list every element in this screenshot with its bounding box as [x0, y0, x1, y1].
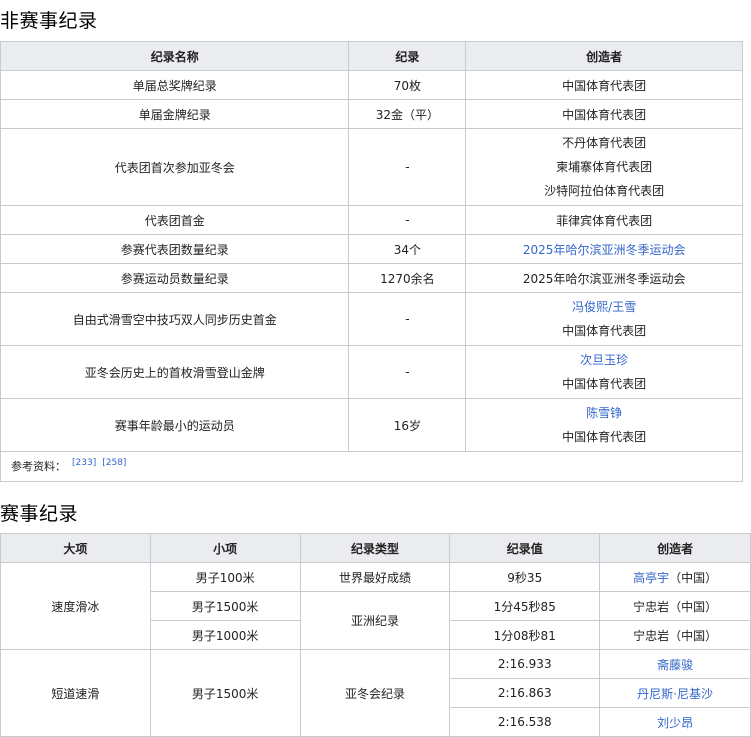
record-value: 70枚 [348, 70, 467, 100]
record-value: 34个 [348, 234, 467, 264]
record-value: 16岁 [348, 398, 467, 452]
holder-line: 沙特阿拉伯体育代表团 [544, 184, 665, 198]
record-name: 自由式滑雪空中技巧双人同步历史首金 [0, 292, 350, 346]
holder-line: 中国体育代表团 [562, 430, 647, 444]
athlete-link[interactable]: 陈雪铮 [586, 406, 622, 420]
record-type-cell: 亚洲纪录 [299, 591, 451, 650]
record-name: 代表团首次参加亚冬会 [0, 128, 350, 206]
record-value: 32金（平） [348, 99, 467, 129]
holder-cell: 刘少昂 [599, 707, 751, 737]
table-row: 代表团首金 - 菲律宾体育代表团 [0, 205, 743, 235]
reference-link[interactable]: [258] [102, 458, 126, 468]
column-header: 纪录名称 [0, 41, 350, 71]
record-value: 1270余名 [348, 263, 467, 293]
holder-line: 中国体育代表团 [562, 377, 647, 391]
table-row: 参赛运动员数量纪录 1270余名 2025年哈尔滨亚洲冬季运动会 [0, 263, 743, 293]
table-row: 速度滑冰 男子100米 世界最好成绩 9秒35 高亭宇（中国） [0, 562, 751, 650]
references-cell: 参考资料： [233] [258] [0, 451, 743, 482]
column-header: 纪录 [348, 41, 467, 71]
record-holder: 2025年哈尔滨亚洲冬季运动会 [465, 234, 743, 264]
event-cell: 男子1500米 [149, 649, 301, 737]
column-header: 大项 [0, 533, 151, 563]
table-row: 单届金牌纪录 32金（平） 中国体育代表团 [0, 99, 743, 129]
record-type-cell: 世界最好成绩 [299, 562, 451, 592]
table-row: 参赛代表团数量纪录 34个 2025年哈尔滨亚洲冬季运动会 [0, 234, 743, 264]
record-value: - [348, 345, 467, 399]
country-label: （中国） [669, 570, 718, 585]
holder-cell: 斋藤骏 [599, 649, 751, 679]
references-label: 参考资料： [11, 460, 66, 473]
table-row: 短道速滑 男子1500米 亚冬会纪录 2:16.933 斋藤骏 [0, 649, 751, 737]
record-value: - [348, 292, 467, 346]
event-cell: 男子100米 [149, 562, 301, 592]
record-value-cell: 2:16.933 [449, 649, 601, 679]
record-holder: 2025年哈尔滨亚洲冬季运动会 [465, 263, 743, 293]
table-row: 亚冬会历史上的首枚滑雪登山金牌 - 次旦玉珍 中国体育代表团 [0, 345, 743, 399]
holder-line: 陈雪铮 [470, 401, 738, 425]
record-name: 赛事年龄最小的运动员 [0, 398, 350, 452]
holder-line: 冯俊熙/王雪 [470, 295, 738, 319]
event-cell: 男子1000米 [149, 620, 301, 650]
record-value-cell: 2:16.863 [449, 678, 601, 708]
athlete-link[interactable]: 丹尼斯·尼基沙 [637, 687, 713, 701]
record-value-cell: 1分45秒85 [449, 591, 601, 621]
non-event-records-table: 纪录名称 纪录 创造者 单届总奖牌纪录 70枚 中国体育代表团 单届金牌纪录 3… [0, 41, 743, 482]
holder-cell: 高亭宇（中国） [599, 562, 751, 592]
column-header: 纪录类型 [299, 533, 451, 563]
table-header-row: 纪录名称 纪录 创造者 [0, 41, 743, 71]
record-name: 参赛代表团数量纪录 [0, 234, 350, 264]
references-row: 参考资料： [233] [258] [0, 451, 743, 482]
record-name: 单届金牌纪录 [0, 99, 350, 129]
column-header: 小项 [149, 533, 301, 563]
record-holder: 陈雪铮 中国体育代表团 [465, 398, 743, 452]
section-title-non-event-records: 非赛事纪录 [0, 10, 98, 32]
record-name: 参赛运动员数量纪录 [0, 263, 350, 293]
sport-cell: 速度滑冰 [0, 562, 151, 650]
holder-line: 中国体育代表团 [562, 324, 647, 338]
athlete-link[interactable]: 次旦玉珍 [580, 353, 628, 367]
athlete-link[interactable]: 高亭宇 [633, 571, 669, 585]
record-holder: 次旦玉珍 中国体育代表团 [465, 345, 743, 399]
record-holder: 菲律宾体育代表团 [465, 205, 743, 235]
record-holder: 不丹体育代表团 柬埔寨体育代表团 沙特阿拉伯体育代表团 [465, 128, 743, 206]
record-value: - [348, 205, 467, 235]
event-cell: 男子1500米 [149, 591, 301, 621]
table-row: 赛事年龄最小的运动员 16岁 陈雪铮 中国体育代表团 [0, 398, 743, 452]
record-holder: 冯俊熙/王雪 中国体育代表团 [465, 292, 743, 346]
column-header: 创造者 [465, 41, 743, 71]
record-holder: 中国体育代表团 [465, 99, 743, 129]
table-row: 单届总奖牌纪录 70枚 中国体育代表团 [0, 70, 743, 100]
column-header: 创造者 [599, 533, 751, 563]
holder-cell: 丹尼斯·尼基沙 [599, 678, 751, 708]
holder-line: 次旦玉珍 [470, 348, 738, 372]
athlete-link[interactable]: 刘少昂 [657, 716, 693, 730]
athlete-link[interactable]: 斋藤骏 [657, 658, 693, 672]
record-name: 代表团首金 [0, 205, 350, 235]
reference-link[interactable]: [233] [72, 458, 96, 468]
section-title-event-records: 赛事纪录 [0, 503, 79, 525]
games-link[interactable]: 2025年哈尔滨亚洲冬季运动会 [523, 243, 686, 257]
record-type-cell: 亚冬会纪录 [299, 649, 451, 737]
athlete-link[interactable]: 冯俊熙/王雪 [572, 300, 636, 314]
holder-cell: 宁忠岩（中国） [599, 591, 751, 621]
holder-line: 不丹体育代表团 [562, 136, 647, 150]
event-records-table: 大项 小项 纪录类型 纪录值 创造者 速度滑冰 男子100米 世界最好成绩 9秒… [0, 533, 751, 737]
table-header-row: 大项 小项 纪录类型 纪录值 创造者 [0, 533, 751, 563]
sport-cell: 短道速滑 [0, 649, 151, 737]
holder-line: 柬埔寨体育代表团 [556, 160, 653, 174]
record-value-cell: 2:16.538 [449, 707, 601, 737]
table-row: 代表团首次参加亚冬会 - 不丹体育代表团 柬埔寨体育代表团 沙特阿拉伯体育代表团 [0, 128, 743, 206]
record-name: 亚冬会历史上的首枚滑雪登山金牌 [0, 345, 350, 399]
record-value: - [348, 128, 467, 206]
column-header: 纪录值 [449, 533, 601, 563]
record-value-cell: 1分08秒81 [449, 620, 601, 650]
record-holder: 中国体育代表团 [465, 70, 743, 100]
record-value-cell: 9秒35 [449, 562, 601, 592]
record-name: 单届总奖牌纪录 [0, 70, 350, 100]
table-row: 自由式滑雪空中技巧双人同步历史首金 - 冯俊熙/王雪 中国体育代表团 [0, 292, 743, 346]
holder-cell: 宁忠岩（中国） [599, 620, 751, 650]
